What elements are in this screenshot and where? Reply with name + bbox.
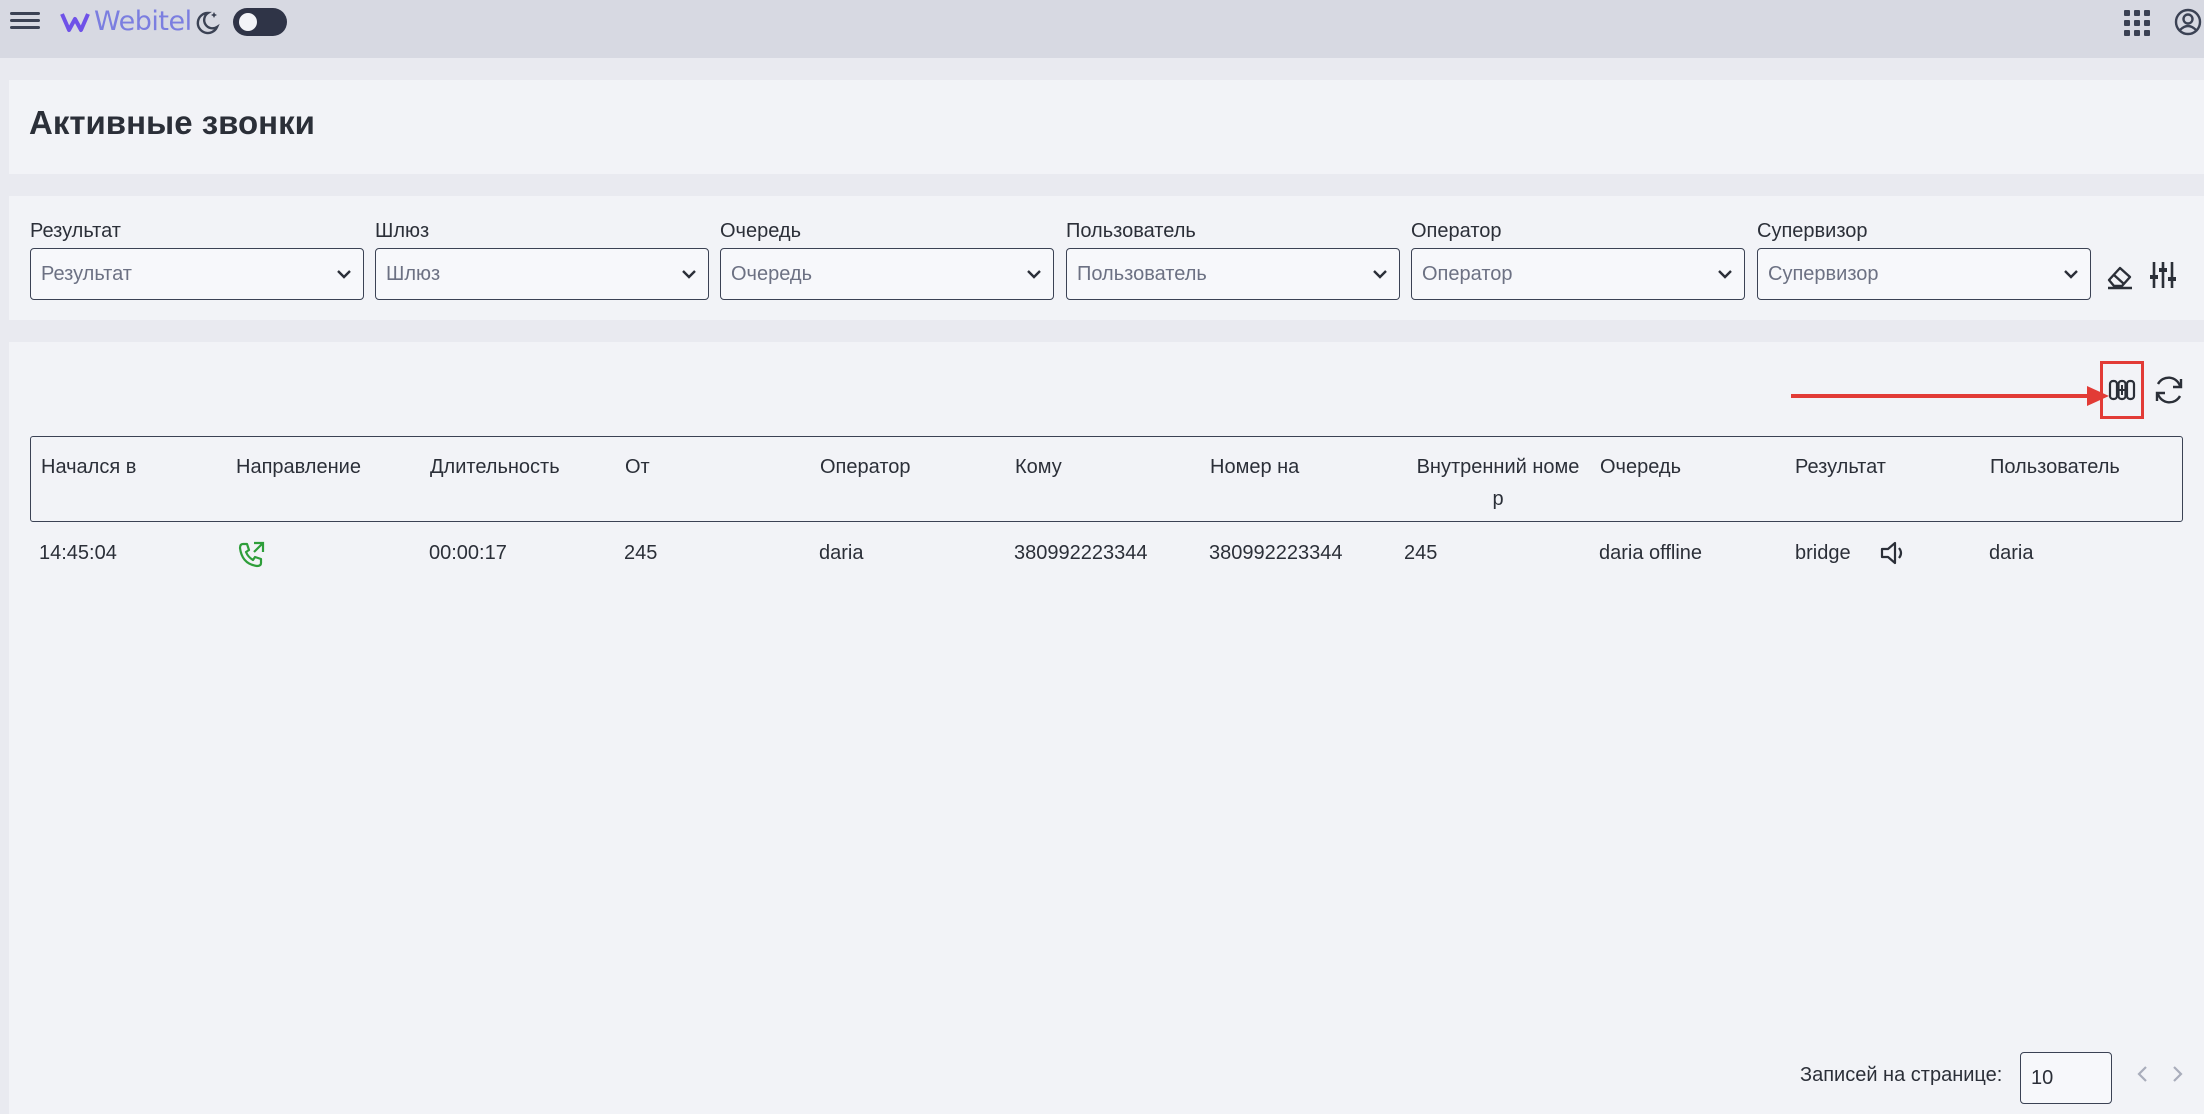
speaker-icon[interactable]	[1878, 538, 1910, 568]
filter-label: Супервизор	[1757, 220, 1868, 242]
eraser-icon[interactable]	[2104, 260, 2136, 292]
queue-select[interactable]: Очередь	[720, 248, 1054, 300]
menu-icon[interactable]	[10, 8, 40, 36]
user-select[interactable]: Пользователь	[1066, 248, 1400, 300]
refresh-icon[interactable]	[2151, 372, 2187, 408]
column-header[interactable]: Результат	[1795, 451, 1886, 483]
column-header[interactable]: Пользователь	[1990, 451, 2120, 483]
rows-per-page-input[interactable]: 10	[2020, 1052, 2112, 1104]
chevron-right-icon[interactable]	[2165, 1062, 2189, 1086]
table-header: Начался в Направление Длительность От Оп…	[30, 436, 2183, 522]
chevron-down-icon	[337, 270, 351, 279]
title-panel: Активные звонки	[9, 80, 2204, 174]
cell-queue: daria offline	[1599, 542, 1703, 564]
filter-label: Очередь	[720, 220, 801, 242]
cell-user: daria	[1989, 542, 2034, 564]
cell-operator: daria	[819, 542, 864, 564]
table-panel: Начался в Направление Длительность От Оп…	[9, 342, 2204, 1114]
result-select[interactable]: Результат	[30, 248, 364, 300]
table-row[interactable]: 14:45:04 00:00:17 245 daria 380992223344…	[30, 528, 2183, 578]
chevron-down-icon	[1718, 270, 1732, 279]
select-placeholder: Пользователь	[1077, 262, 1207, 285]
cell-result: bridge	[1795, 542, 1851, 564]
phone-outbound-icon	[238, 541, 265, 568]
filter-queue: Очередь Очередь	[720, 218, 1054, 300]
filter-supervisor: Супервизор Супервизор	[1757, 218, 2091, 300]
filter-label: Результат	[30, 220, 121, 242]
chevron-left-icon[interactable]	[2131, 1062, 2155, 1086]
chevron-down-icon	[1027, 270, 1041, 279]
filter-label: Оператор	[1411, 220, 1502, 242]
select-placeholder: Результат	[41, 262, 132, 285]
filter-settings-icon[interactable]	[2146, 258, 2180, 292]
filter-result: Результат Результат	[30, 218, 364, 300]
cell-started: 14:45:04	[39, 542, 117, 564]
cell-from: 245	[624, 542, 658, 564]
column-header[interactable]: Очередь	[1600, 451, 1681, 483]
select-placeholder: Супервизор	[1768, 262, 1879, 285]
select-placeholder: Оператор	[1422, 262, 1513, 285]
operator-select[interactable]: Оператор	[1411, 248, 1745, 300]
webitel-logo-icon	[60, 12, 90, 32]
top-bar: Webitel	[0, 0, 2204, 58]
cell-duration: 00:00:17	[429, 542, 507, 564]
cell-to: 380992223344	[1014, 542, 1148, 564]
column-header[interactable]: Внутренний номе р	[1405, 451, 1591, 515]
apps-grid-icon[interactable]	[2124, 10, 2150, 36]
column-header[interactable]: Номер на	[1210, 451, 1299, 483]
annotation-arrow	[1791, 386, 2109, 406]
gateway-select[interactable]: Шлюз	[375, 248, 709, 300]
filter-label: Пользователь	[1066, 220, 1196, 242]
chevron-down-icon	[1373, 270, 1387, 279]
filter-gateway: Шлюз Шлюз	[375, 218, 709, 300]
toggle-knob	[239, 13, 257, 31]
column-header[interactable]: Направление	[236, 451, 361, 483]
chevron-down-icon	[2064, 270, 2078, 279]
filter-operator: Оператор Оператор	[1411, 218, 1745, 300]
moon-icon	[196, 11, 220, 35]
column-header[interactable]: Длительность	[430, 451, 560, 483]
column-header[interactable]: Оператор	[820, 451, 911, 483]
filter-user: Пользователь Пользователь	[1066, 218, 1400, 300]
column-header[interactable]: Начался в	[41, 451, 136, 483]
theme-toggle[interactable]	[233, 8, 287, 36]
brand-name: Webitel	[94, 6, 192, 37]
select-placeholder: Очередь	[731, 262, 812, 285]
supervisor-select[interactable]: Супервизор	[1757, 248, 2091, 300]
chevron-down-icon	[682, 270, 696, 279]
column-header[interactable]: От	[625, 451, 650, 483]
logo[interactable]: Webitel	[60, 6, 192, 37]
columns-icon	[2108, 379, 2136, 401]
account-icon[interactable]	[2172, 6, 2204, 38]
column-header[interactable]: Кому	[1015, 451, 1062, 483]
rows-per-page-label: Записей на странице:	[1800, 1064, 2003, 1086]
cell-extension: 245	[1404, 542, 1438, 564]
pagination: Записей на странице: 10	[9, 1048, 2204, 1104]
filter-panel: Результат Результат Шлюз Шлюз Очередь Оч…	[9, 196, 2204, 320]
filter-label: Шлюз	[375, 220, 430, 242]
columns-settings-button[interactable]	[2100, 361, 2144, 419]
page-title: Активные звонки	[29, 104, 315, 141]
cell-number: 380992223344	[1209, 542, 1343, 564]
select-placeholder: Шлюз	[386, 262, 441, 285]
